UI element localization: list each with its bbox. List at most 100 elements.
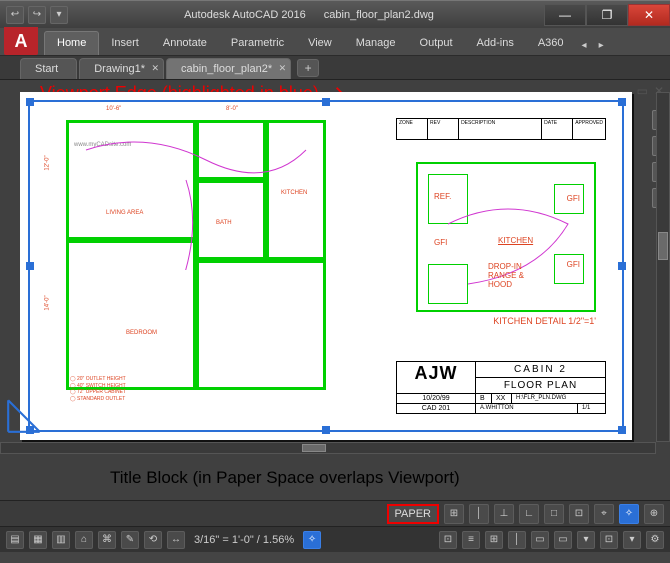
lineweight-icon[interactable]: ↔	[167, 531, 185, 549]
scale-readout[interactable]: 3/16" = 1'-0" / 1.56%	[190, 534, 298, 546]
status-icon[interactable]: ⌖	[594, 504, 614, 524]
status-icon[interactable]: ⊥	[494, 504, 514, 524]
customize-icon[interactable]: ⚙	[646, 531, 664, 549]
rev-col: DESCRIPTION	[458, 119, 541, 139]
otrack-icon[interactable]: ⟲	[144, 531, 162, 549]
ribbon-tab-view[interactable]: View	[296, 32, 344, 55]
close-tab-icon[interactable]: ✕	[279, 63, 287, 74]
grip-handle[interactable]	[618, 98, 626, 106]
osnap-icon[interactable]: ✎	[121, 531, 139, 549]
ribbon-tab-annotate[interactable]: Annotate	[151, 32, 219, 55]
file-tab-label: cabin_floor_plan2*	[181, 63, 272, 75]
scrollbar-thumb[interactable]	[658, 232, 668, 260]
model-tab-icon[interactable]: ▤	[6, 531, 24, 549]
tb-initials: AJW	[397, 362, 475, 393]
paper-sheet: www.myCADsite.com LIVING AREA BATH KITCH…	[20, 92, 632, 440]
status-icon[interactable]: ✧	[619, 504, 639, 524]
sb-icon[interactable]: ▭	[531, 531, 549, 549]
window-title: Autodesk AutoCAD 2016 cabin_floor_plan2.…	[74, 9, 544, 21]
close-tab-icon[interactable]: ✕	[151, 63, 159, 74]
grip-handle[interactable]	[26, 98, 34, 106]
doc-restore-icon[interactable]: ▭	[637, 84, 648, 98]
status-bar-lower: ▤ ▦ ▥ ⌂ ⌘ ✎ ⟲ ↔ 3/16" = 1'-0" / 1.56% ✧ …	[0, 526, 670, 552]
file-name: cabin_floor_plan2.dwg	[324, 9, 434, 21]
scrollbar-thumb[interactable]	[302, 444, 326, 452]
rev-col: ZONE	[397, 119, 427, 139]
sb-icon[interactable]: ▾	[577, 531, 595, 549]
status-icon[interactable]: ⊡	[569, 504, 589, 524]
grip-handle[interactable]	[26, 262, 34, 270]
viewport-frame[interactable]: www.myCADsite.com LIVING AREA BATH KITCH…	[28, 100, 624, 432]
drawing-canvas[interactable]: Viewport Edge (highlighted in blue) ↘ — …	[0, 80, 670, 500]
snap-icon[interactable]: ▥	[52, 531, 70, 549]
tb-size: B	[475, 394, 491, 403]
grid-icon[interactable]: ▦	[29, 531, 47, 549]
tb-cad: CAD 201	[397, 404, 475, 413]
sb-icon[interactable]: │	[508, 531, 526, 549]
ribbon-tab-addins[interactable]: Add-ins	[465, 32, 526, 55]
file-tab-label: Drawing1*	[94, 63, 145, 75]
ucs-icon[interactable]	[4, 394, 46, 436]
ribbon-tab-a360[interactable]: A360	[526, 32, 576, 55]
revision-block: ZONE REV DESCRIPTION DATE APPROVED	[396, 118, 606, 140]
sb-icon[interactable]: ≡	[462, 531, 480, 549]
detail-wiring	[418, 164, 670, 314]
ortho-icon[interactable]: ⌂	[75, 531, 93, 549]
vertical-scrollbar[interactable]	[656, 92, 670, 442]
maximize-button[interactable]: ❐	[586, 4, 628, 26]
annoscale-icon[interactable]: ✧	[303, 531, 321, 549]
qat-more[interactable]: ▾	[50, 6, 68, 24]
status-icon[interactable]: □	[544, 504, 564, 524]
horizontal-scrollbar[interactable]	[0, 442, 656, 454]
add-tab-button[interactable]: +	[297, 59, 319, 77]
grip-handle[interactable]	[618, 426, 626, 434]
ribbon-tab-insert[interactable]: Insert	[99, 32, 151, 55]
ribbon-tab-manage[interactable]: Manage	[344, 32, 408, 55]
sb-icon[interactable]: ▭	[554, 531, 572, 549]
status-icon[interactable]: ∟	[519, 504, 539, 524]
ribbon-tab-home[interactable]: Home	[44, 31, 99, 55]
legend-notes: 20" OUTLET HEIGHT 40" SWITCH HEIGHT 72" …	[70, 376, 126, 402]
detail-caption: KITCHEN DETAIL 1/2"=1'	[493, 316, 596, 326]
ribbon-tab-output[interactable]: Output	[408, 32, 465, 55]
status-icon[interactable]: ⊕	[644, 504, 664, 524]
rev-col: REV	[427, 119, 458, 139]
qat-redo[interactable]: ↪	[28, 6, 46, 24]
kitchen-detail-drawing: REF. GFI GFI GFI KITCHEN DROP-IN RANGE &…	[416, 162, 596, 312]
polar-icon[interactable]: ⌘	[98, 531, 116, 549]
ribbon-tab-parametric[interactable]: Parametric	[219, 32, 296, 55]
qat-undo[interactable]: ↩	[6, 6, 24, 24]
tb-project: CABIN 2	[476, 362, 605, 378]
note-item: STANDARD OUTLET	[70, 396, 126, 403]
file-tab-cabin[interactable]: cabin_floor_plan2* ✕	[166, 58, 291, 79]
tb-path: H:\FLR_PLN.DWG	[511, 394, 605, 403]
ribbon-tabs: A Home Insert Annotate Parametric View M…	[0, 28, 670, 56]
file-tab-start[interactable]: Start	[20, 58, 77, 79]
status-icon[interactable]: ⊞	[444, 504, 464, 524]
file-tab-label: Start	[35, 63, 58, 75]
status-bar-upper: PAPER ⊞ │ ⊥ ∟ □ ⊡ ⌖ ✧ ⊕	[0, 500, 670, 526]
grip-handle[interactable]	[322, 98, 330, 106]
close-button[interactable]: ✕	[628, 4, 670, 26]
paper-model-toggle[interactable]: PAPER	[387, 504, 439, 524]
grip-handle[interactable]	[322, 426, 330, 434]
detail-label: DROP-IN RANGE & HOOD	[488, 262, 548, 289]
sb-icon[interactable]: ⊡	[600, 531, 618, 549]
file-tab-drawing1[interactable]: Drawing1* ✕	[79, 58, 164, 79]
ribbon-overflow-right-icon[interactable]: ▸	[593, 36, 610, 55]
sb-icon[interactable]: ⊡	[439, 531, 457, 549]
note-item: 20" OUTLET HEIGHT	[70, 376, 126, 383]
window-buttons: — ❐ ✕	[544, 4, 670, 26]
rev-col: DATE	[541, 119, 572, 139]
sb-icon[interactable]: ⊞	[485, 531, 503, 549]
app-logo-icon[interactable]: A	[4, 27, 38, 55]
ribbon-overflow-left-icon[interactable]: ◂	[576, 36, 593, 55]
minimize-button[interactable]: —	[544, 4, 586, 26]
sb-icon[interactable]: ▾	[623, 531, 641, 549]
annotation-title-block: Title Block (in Paper Space overlaps Vie…	[110, 468, 460, 488]
status-icon[interactable]: │	[469, 504, 489, 524]
detail-label: GFI	[567, 260, 580, 269]
tb-sheet: FLOOR PLAN	[476, 378, 605, 393]
detail-label: REF.	[434, 192, 451, 201]
title-block: AJW CABIN 2 FLOOR PLAN 10/20/99 B XX H:\…	[396, 361, 606, 414]
